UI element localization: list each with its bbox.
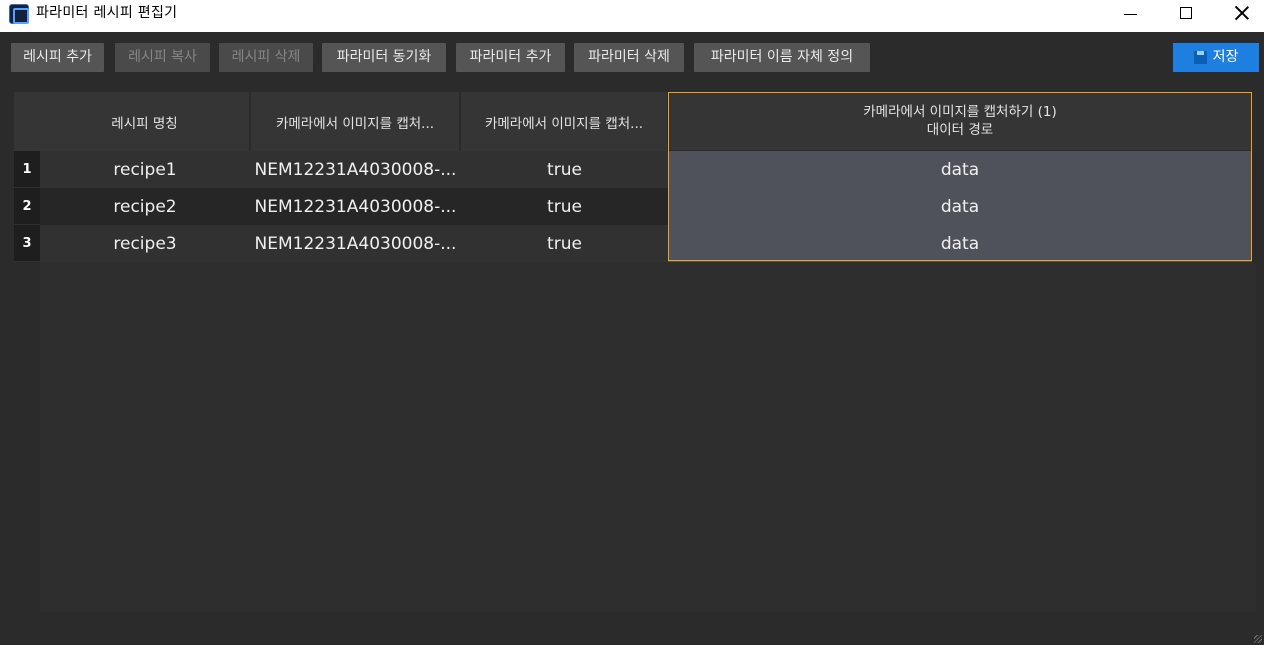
- delete-recipe-button[interactable]: 레시피 삭제: [219, 43, 313, 72]
- cell-capture-2[interactable]: true: [461, 188, 668, 225]
- column-header-line2: 대이터 경로: [926, 122, 994, 138]
- save-button-label: 저장: [1212, 49, 1239, 65]
- maximize-icon: [1180, 7, 1192, 19]
- row-number[interactable]: 3: [14, 225, 40, 262]
- app-icon: [9, 4, 29, 24]
- column-header-capture-1[interactable]: 카메라에서 이미지를 캡처...: [251, 92, 460, 151]
- minimize-icon: [1123, 13, 1137, 15]
- row-number[interactable]: 2: [14, 188, 40, 225]
- close-button[interactable]: [1214, 0, 1264, 26]
- table-corner[interactable]: [14, 92, 40, 151]
- table-empty-area: [40, 262, 1256, 612]
- minimize-button[interactable]: [1102, 0, 1158, 26]
- cell-capture-2[interactable]: true: [461, 225, 668, 262]
- add-recipe-button[interactable]: 레시피 추가: [11, 43, 104, 72]
- maximize-button[interactable]: [1158, 0, 1214, 26]
- cell-capture-1[interactable]: NEM12231A4030008-...: [251, 188, 460, 225]
- floppy-disk-icon: [1193, 51, 1207, 64]
- cell-recipe-name[interactable]: recipe1: [40, 151, 250, 188]
- cell-capture-2[interactable]: true: [461, 151, 668, 188]
- cell-capture-1[interactable]: NEM12231A4030008-...: [251, 225, 460, 262]
- resize-grip-icon[interactable]: [1254, 635, 1262, 643]
- cell-capture-1[interactable]: NEM12231A4030008-...: [251, 151, 460, 188]
- column-header-capture-2[interactable]: 카메라에서 이미지를 캡처...: [461, 92, 668, 151]
- column-header-recipe-name[interactable]: 레시피 명칭: [40, 92, 250, 151]
- close-icon: [1235, 6, 1249, 20]
- column-header-data-path[interactable]: 카메라에서 이미지를 캡처하기 (1) 대이터 경로: [668, 92, 1252, 261]
- add-parameter-button[interactable]: 파라미터 추가: [456, 43, 565, 72]
- cell-recipe-name[interactable]: recipe2: [40, 188, 250, 225]
- sync-parameters-button[interactable]: 파라미터 동기화: [322, 43, 446, 72]
- title-bar: 파라미터 레시피 편집기: [0, 0, 1264, 32]
- copy-recipe-button[interactable]: 레시피 복사: [115, 43, 210, 72]
- row-number[interactable]: 1: [14, 151, 40, 188]
- save-button[interactable]: 저장: [1173, 43, 1259, 72]
- delete-parameter-button[interactable]: 파라미터 삭제: [574, 43, 684, 72]
- column-header-line1: 카메라에서 이미지를 캡처하기 (1): [863, 104, 1057, 120]
- custom-parameter-name-button[interactable]: 파라미터 이름 자체 정의: [694, 43, 870, 72]
- window-title: 파라미터 레시피 편집기: [36, 5, 178, 21]
- cell-recipe-name[interactable]: recipe3: [40, 225, 250, 262]
